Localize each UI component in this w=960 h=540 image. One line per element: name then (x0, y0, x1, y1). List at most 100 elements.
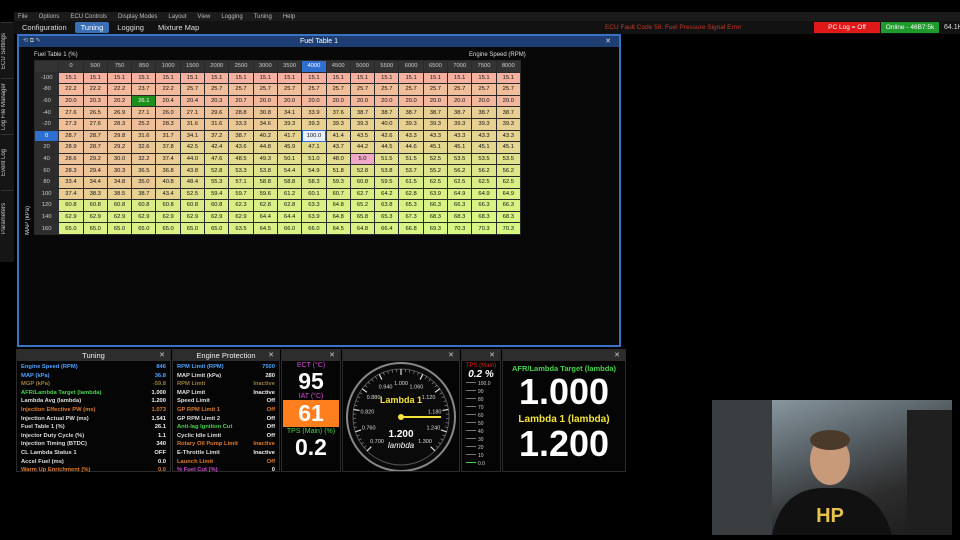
table-cell[interactable]: 25.7 (374, 83, 400, 96)
table-cell[interactable]: 27.3 (58, 117, 84, 131)
table-cell[interactable]: 31.7 (155, 129, 181, 143)
table-cell[interactable]: 29.8 (106, 129, 133, 143)
table-cell[interactable]: 15.1 (374, 71, 400, 85)
table-cell[interactable]: 20.0 (471, 94, 497, 108)
map-header[interactable]: -60 (33, 94, 60, 108)
table-cell[interactable]: 62.9 (155, 210, 181, 224)
map-header[interactable]: 0 (33, 129, 60, 143)
table-cell[interactable]: 64.5 (252, 222, 278, 235)
table-cell[interactable]: 25.7 (204, 83, 230, 96)
table-cell[interactable]: 39.3 (471, 117, 497, 131)
rpm-header[interactable]: 7000 (447, 60, 473, 73)
table-cell[interactable]: 61.2 (276, 187, 303, 201)
table-cell[interactable]: 39.3 (398, 117, 424, 131)
table-cell[interactable]: 68.3 (495, 210, 521, 224)
table-cell[interactable]: 27.1 (131, 106, 157, 119)
table-cell[interactable]: 15.1 (301, 71, 327, 85)
table-cell[interactable]: 53.5 (447, 152, 473, 166)
table-cell[interactable]: 62.8 (252, 199, 278, 212)
table-cell[interactable]: 62.7 (349, 187, 376, 201)
table-cell[interactable]: 51.5 (398, 152, 424, 166)
table-cell[interactable]: 59.7 (228, 187, 254, 201)
table-cell[interactable]: 64.9 (495, 187, 521, 201)
table-cell[interactable]: 15.1 (471, 71, 497, 85)
table-cell[interactable]: 43.3 (447, 129, 473, 143)
close-icon[interactable]: ✕ (489, 350, 495, 361)
map-header[interactable]: 100 (33, 187, 60, 201)
table-cell[interactable]: 44.2 (349, 141, 376, 154)
table-cell[interactable]: 37.4 (58, 187, 84, 201)
table-cell[interactable]: 63.3 (301, 199, 327, 212)
table-cell[interactable]: 15.1 (82, 71, 108, 85)
table-cell[interactable]: 64.8 (325, 199, 351, 212)
table-cell[interactable]: 53.3 (228, 164, 254, 177)
table-cell[interactable]: 62.5 (495, 175, 521, 189)
map-header[interactable]: -20 (33, 117, 60, 131)
table-cell[interactable]: 45.1 (471, 141, 497, 154)
table-cell[interactable]: 20.4 (155, 94, 181, 108)
table-cell[interactable]: 38.7 (471, 106, 497, 119)
table-cell[interactable]: 25.7 (447, 83, 473, 96)
table-cell[interactable]: 41.7 (276, 129, 303, 143)
table-cell[interactable]: 66.0 (276, 222, 303, 235)
table-cell[interactable]: 52.5 (422, 152, 449, 166)
table-cell[interactable]: 15.1 (131, 71, 157, 85)
table-cell[interactable]: 33.4 (58, 175, 84, 189)
table-cell[interactable]: 20.0 (349, 94, 376, 108)
table-cell[interactable]: 25.7 (325, 83, 351, 96)
table-cell[interactable]: 48.0 (325, 152, 351, 166)
table-cell[interactable]: 65.0 (204, 222, 230, 235)
table-cell[interactable]: 52.5 (179, 187, 206, 201)
table-cell[interactable]: 65.8 (349, 210, 376, 224)
table-cell[interactable]: 37.8 (155, 141, 181, 154)
map-header[interactable]: 120 (33, 199, 60, 212)
table-cell[interactable]: 62.8 (276, 199, 303, 212)
table-cell[interactable]: 38.7 (349, 106, 376, 119)
table-cell[interactable]: 20.3 (82, 94, 108, 108)
table-cell[interactable]: 25.7 (179, 83, 206, 96)
table-cell[interactable]: 28.7 (58, 129, 84, 143)
table-cell[interactable]: 55.3 (204, 175, 230, 189)
table-cell[interactable]: 50.1 (276, 152, 303, 166)
table-cell[interactable]: 53.8 (252, 164, 278, 177)
table-cell[interactable]: 56.2 (495, 164, 521, 177)
table-cell[interactable]: 37.2 (204, 129, 230, 143)
map-header[interactable]: 20 (33, 141, 60, 154)
menu-item[interactable]: Help (283, 14, 295, 20)
table-cell[interactable]: 48.4 (179, 175, 206, 189)
table-cell[interactable]: 43.8 (179, 164, 206, 177)
table-cell[interactable]: 20.0 (374, 94, 400, 108)
table-cell[interactable]: 28.3 (106, 117, 133, 131)
table-cell[interactable]: 15.1 (447, 71, 473, 85)
table-cell[interactable]: 25.7 (228, 83, 254, 96)
table-cell[interactable]: 27.6 (82, 117, 108, 131)
table-cell[interactable]: 62.5 (422, 175, 449, 189)
table-cell[interactable]: 48.5 (228, 152, 254, 166)
table-cell[interactable]: 30.3 (106, 164, 133, 177)
table-cell[interactable]: 68.3 (471, 210, 497, 224)
table-cell[interactable]: 34.6 (252, 117, 278, 131)
table-cell[interactable]: 28.7 (82, 141, 108, 154)
pc-log-button[interactable]: PC Log = Off (814, 22, 880, 33)
table-cell[interactable]: 63.9 (422, 187, 449, 201)
table-cell[interactable]: 44.8 (252, 141, 278, 154)
table-cell[interactable]: 60.8 (82, 199, 108, 212)
table-cell[interactable]: 34.4 (82, 175, 108, 189)
table-cell[interactable]: 27.1 (179, 106, 206, 119)
rpm-header[interactable]: 1000 (155, 60, 181, 73)
table-cell[interactable]: 66.3 (495, 199, 521, 212)
rpm-header[interactable]: 4500 (325, 60, 351, 73)
table-cell[interactable]: 59.3 (325, 175, 351, 189)
rpm-header[interactable]: 3000 (252, 60, 278, 73)
menu-item[interactable]: Tuning (254, 14, 272, 20)
rpm-header[interactable]: 5500 (374, 60, 400, 73)
table-cell[interactable]: 29.2 (82, 152, 108, 166)
table-cell[interactable]: 28.6 (58, 152, 84, 166)
table-cell[interactable]: 63.9 (301, 210, 327, 224)
table-cell[interactable]: 22.2 (82, 83, 108, 96)
table-cell[interactable]: 55.2 (422, 164, 449, 177)
table-cell[interactable]: 47.6 (204, 152, 230, 166)
table-cell[interactable]: 60.8 (155, 199, 181, 212)
table-cell[interactable]: 65.2 (349, 199, 376, 212)
table-cell[interactable]: 28.3 (58, 164, 84, 177)
